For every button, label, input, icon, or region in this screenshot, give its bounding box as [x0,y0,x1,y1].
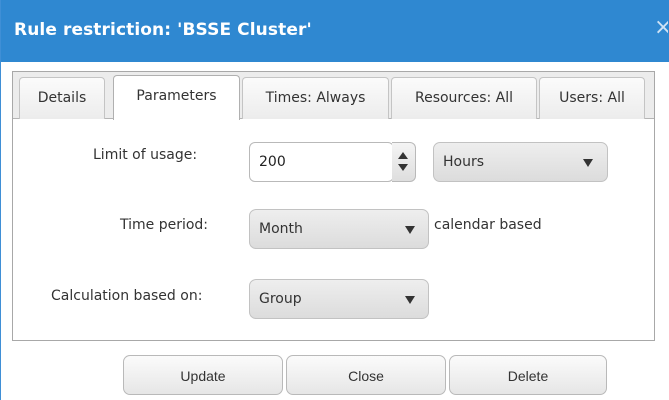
usage-unit-value: Hours [443,154,485,170]
calendar-based-note: calendar based [434,217,542,233]
usage-unit-select[interactable]: Hours [433,142,608,182]
tab-strip: Details Parameters Times: Always Resourc… [13,72,654,120]
limit-of-usage-label: Limit of usage: [93,147,198,163]
calculation-select[interactable]: Group [249,279,429,319]
time-period-select[interactable]: Month [249,209,429,249]
spin-up-icon[interactable] [398,152,408,159]
chevron-down-icon [405,296,415,304]
chevron-down-icon [583,159,593,167]
tab-times[interactable]: Times: Always [242,77,389,119]
delete-button[interactable]: Delete [449,355,607,395]
dialog-title: Rule restriction: 'BSSE Cluster' [14,20,312,40]
tab-panel: Details Parameters Times: Always Resourc… [12,71,655,341]
calculation-value: Group [259,291,302,307]
tab-parameters[interactable]: Parameters [113,75,240,120]
tab-resources[interactable]: Resources: All [391,77,537,119]
tab-details[interactable]: Details [19,77,105,119]
rule-restriction-dialog: Rule restriction: 'BSSE Cluster' × Detai… [0,0,669,400]
update-button[interactable]: Update [123,355,283,395]
limit-of-usage-input[interactable]: 200 [249,142,394,182]
time-period-label: Time period: [120,217,209,233]
close-button[interactable]: Close [286,355,446,395]
tab-users[interactable]: Users: All [539,77,645,119]
dialog-titlebar: Rule restriction: 'BSSE Cluster' × [1,0,669,62]
chevron-down-icon [405,226,415,234]
time-period-value: Month [259,221,303,237]
calculation-based-on-label: Calculation based on: [51,288,203,304]
spin-down-icon[interactable] [398,164,408,171]
limit-spinner[interactable] [392,142,416,182]
close-icon[interactable]: × [654,16,668,40]
